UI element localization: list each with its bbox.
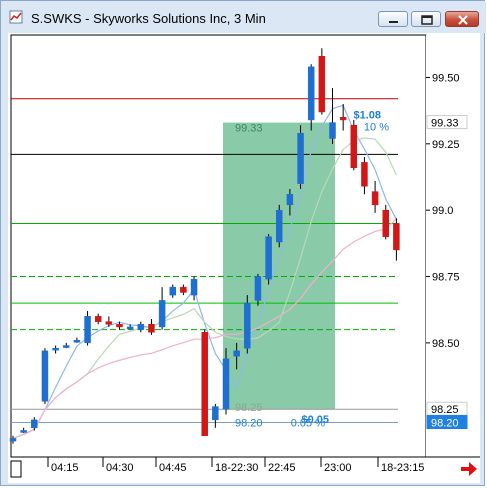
price-tick-label: 99.25 — [432, 139, 460, 151]
candle-body — [307, 66, 315, 121]
candle-body — [158, 300, 166, 328]
candle-body — [244, 302, 251, 349]
price-tick-label: 99.50 — [432, 72, 460, 84]
candle-body — [180, 286, 187, 293]
minimize-button[interactable] — [378, 11, 408, 27]
measure-low-price: 98.20 — [235, 417, 263, 429]
measure-top-price: 99.33 — [235, 123, 263, 135]
window-title: S.SWKS - Skyworks Solutions Inc, 3 Min — [31, 11, 266, 26]
candle-body — [297, 132, 304, 184]
candle-body — [126, 326, 134, 330]
price-tick-label: 98.75 — [432, 272, 460, 284]
candle-body — [9, 438, 17, 442]
time-tick-label: 18-22:30 — [215, 462, 258, 474]
candle-body — [169, 286, 176, 296]
time-tick-label: 22:45 — [268, 462, 296, 474]
candle-body — [393, 223, 400, 251]
candle-body — [52, 347, 59, 351]
price-tick-label: 98.50 — [432, 338, 460, 350]
price-flag-label: 98.25 — [431, 404, 459, 416]
candle-body — [190, 278, 198, 296]
close-icon — [458, 15, 468, 25]
candle-body — [94, 316, 102, 322]
candle-body — [212, 406, 219, 421]
chart-window: S.SWKS - Skyworks Solutions Inc, 3 Min 9… — [0, 0, 486, 486]
chart-area[interactable]: 99.33 $1.08 10 % 98.25 $0.05 98.20 0.05 % 99.50… — [8, 33, 480, 483]
measure-bottom-price: 98.25 — [235, 402, 263, 414]
measure-top-pct: 10 % — [364, 122, 389, 134]
candle-body — [41, 350, 49, 402]
candle-body — [73, 339, 81, 343]
candle-body — [63, 345, 70, 348]
price-chart[interactable]: 99.33$1.0810 %98.25$0.0598.20 0.05 %99.50… — [8, 33, 480, 483]
maximize-button[interactable] — [411, 11, 441, 27]
candle-body — [318, 55, 326, 113]
candle-body — [350, 124, 358, 168]
candle-body — [339, 117, 347, 121]
candle-body — [105, 321, 113, 325]
candle-body — [20, 430, 27, 433]
candle-body — [361, 162, 368, 187]
time-tick-label: 23:00 — [324, 462, 352, 474]
time-tick-label: 04:15 — [51, 462, 79, 474]
price-flag-label: 99.33 — [431, 118, 459, 130]
candle-body — [201, 332, 208, 437]
measure-box — [223, 122, 335, 410]
candle-body — [265, 236, 272, 280]
measure-low-pct: 0.05 % — [291, 417, 325, 429]
time-scroll-box — [10, 460, 22, 478]
candle-body — [371, 191, 379, 206]
measure-top-change: $1.08 — [353, 110, 381, 122]
candle-body — [276, 209, 283, 243]
price-tick-label: 99.0 — [432, 205, 453, 217]
minimize-icon — [389, 21, 398, 23]
price-flag-label: 98.20 — [431, 417, 459, 429]
time-tick-label: 04:45 — [159, 462, 187, 474]
candle-body — [233, 350, 240, 357]
candle-body — [222, 358, 230, 410]
candle-body — [148, 324, 155, 333]
candle-body — [329, 122, 336, 139]
candle-body — [84, 316, 91, 344]
scroll-right-icon[interactable] — [460, 461, 478, 477]
close-button[interactable] — [445, 11, 479, 27]
candle-body — [286, 193, 294, 206]
app-icon — [9, 10, 23, 24]
title-bar[interactable]: S.SWKS - Skyworks Solutions Inc, 3 Min — [1, 1, 486, 33]
candle-body — [254, 276, 262, 301]
time-tick-label: 04:30 — [106, 462, 134, 474]
candle-body — [137, 324, 145, 330]
candle-body — [116, 324, 123, 328]
maximize-icon — [421, 15, 433, 25]
candle-body — [31, 419, 38, 429]
time-tick-label: 18-23:15 — [381, 462, 424, 474]
candle-body — [382, 209, 389, 237]
